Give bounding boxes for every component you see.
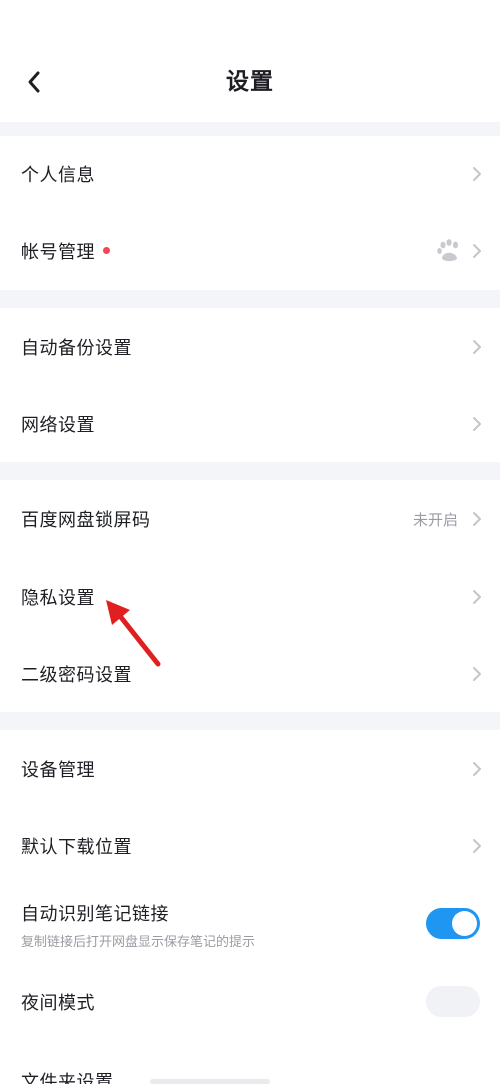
header-bar: 设置	[0, 0, 500, 122]
item-label: 默认下载位置	[21, 837, 132, 858]
settings-item-download-location[interactable]: 默认下载位置	[0, 808, 500, 884]
settings-item-note-link: 自动识别笔记链接 复制链接后打开网盘显示保存笔记的提示	[0, 884, 500, 964]
note-link-toggle[interactable]	[426, 908, 480, 939]
item-label: 夜间模式	[21, 993, 95, 1014]
chevron-right-icon	[473, 244, 481, 258]
item-label: 帐号管理	[21, 242, 95, 263]
settings-item-personal-info[interactable]: 个人信息	[0, 136, 500, 212]
chevron-right-icon	[473, 667, 481, 681]
section-divider	[0, 290, 500, 308]
settings-item-account[interactable]: 帐号管理	[0, 212, 500, 290]
section-divider	[0, 712, 500, 730]
item-label: 网络设置	[21, 415, 95, 436]
item-label: 自动备份设置	[21, 338, 132, 359]
settings-item-night-mode[interactable]: 夜间模式	[0, 964, 500, 1040]
night-mode-toggle[interactable]	[426, 986, 480, 1017]
settings-item-folder[interactable]: 文件夹设置	[0, 1040, 500, 1084]
item-label: 个人信息	[21, 165, 95, 186]
chevron-right-icon	[473, 340, 481, 354]
item-label-wrap: 帐号管理	[21, 238, 110, 264]
chevron-right-icon	[473, 590, 481, 604]
settings-item-lock-screen-code[interactable]: 百度网盘锁屏码 未开启	[0, 480, 500, 558]
item-label: 文件夹设置	[21, 1072, 114, 1084]
toggle-knob	[452, 911, 477, 936]
home-indicator	[150, 1079, 270, 1084]
section-divider	[0, 462, 500, 480]
chevron-right-icon	[473, 762, 481, 776]
settings-item-privacy[interactable]: 隐私设置	[0, 558, 500, 636]
chevron-right-icon	[473, 167, 481, 181]
section-divider	[0, 122, 500, 136]
page-title: 设置	[226, 69, 274, 95]
item-value: 未开启	[412, 510, 458, 529]
chevron-right-icon	[473, 839, 481, 853]
settings-item-network[interactable]: 网络设置	[0, 386, 500, 462]
item-label: 隐私设置	[21, 588, 95, 609]
item-label: 百度网盘锁屏码	[21, 510, 151, 531]
chevron-right-icon	[473, 417, 481, 431]
item-label: 自动识别笔记链接	[21, 904, 169, 925]
item-label: 设备管理	[21, 760, 95, 781]
chevron-right-icon	[473, 512, 481, 526]
item-subtitle: 复制链接后打开网盘显示保存笔记的提示	[21, 935, 256, 950]
item-label: 二级密码设置	[21, 665, 132, 686]
baidu-paw-icon	[437, 239, 459, 261]
settings-item-auto-backup[interactable]: 自动备份设置	[0, 308, 500, 386]
settings-item-device-management[interactable]: 设备管理	[0, 730, 500, 808]
notification-dot	[103, 246, 110, 254]
settings-item-secondary-password[interactable]: 二级密码设置	[0, 636, 500, 712]
